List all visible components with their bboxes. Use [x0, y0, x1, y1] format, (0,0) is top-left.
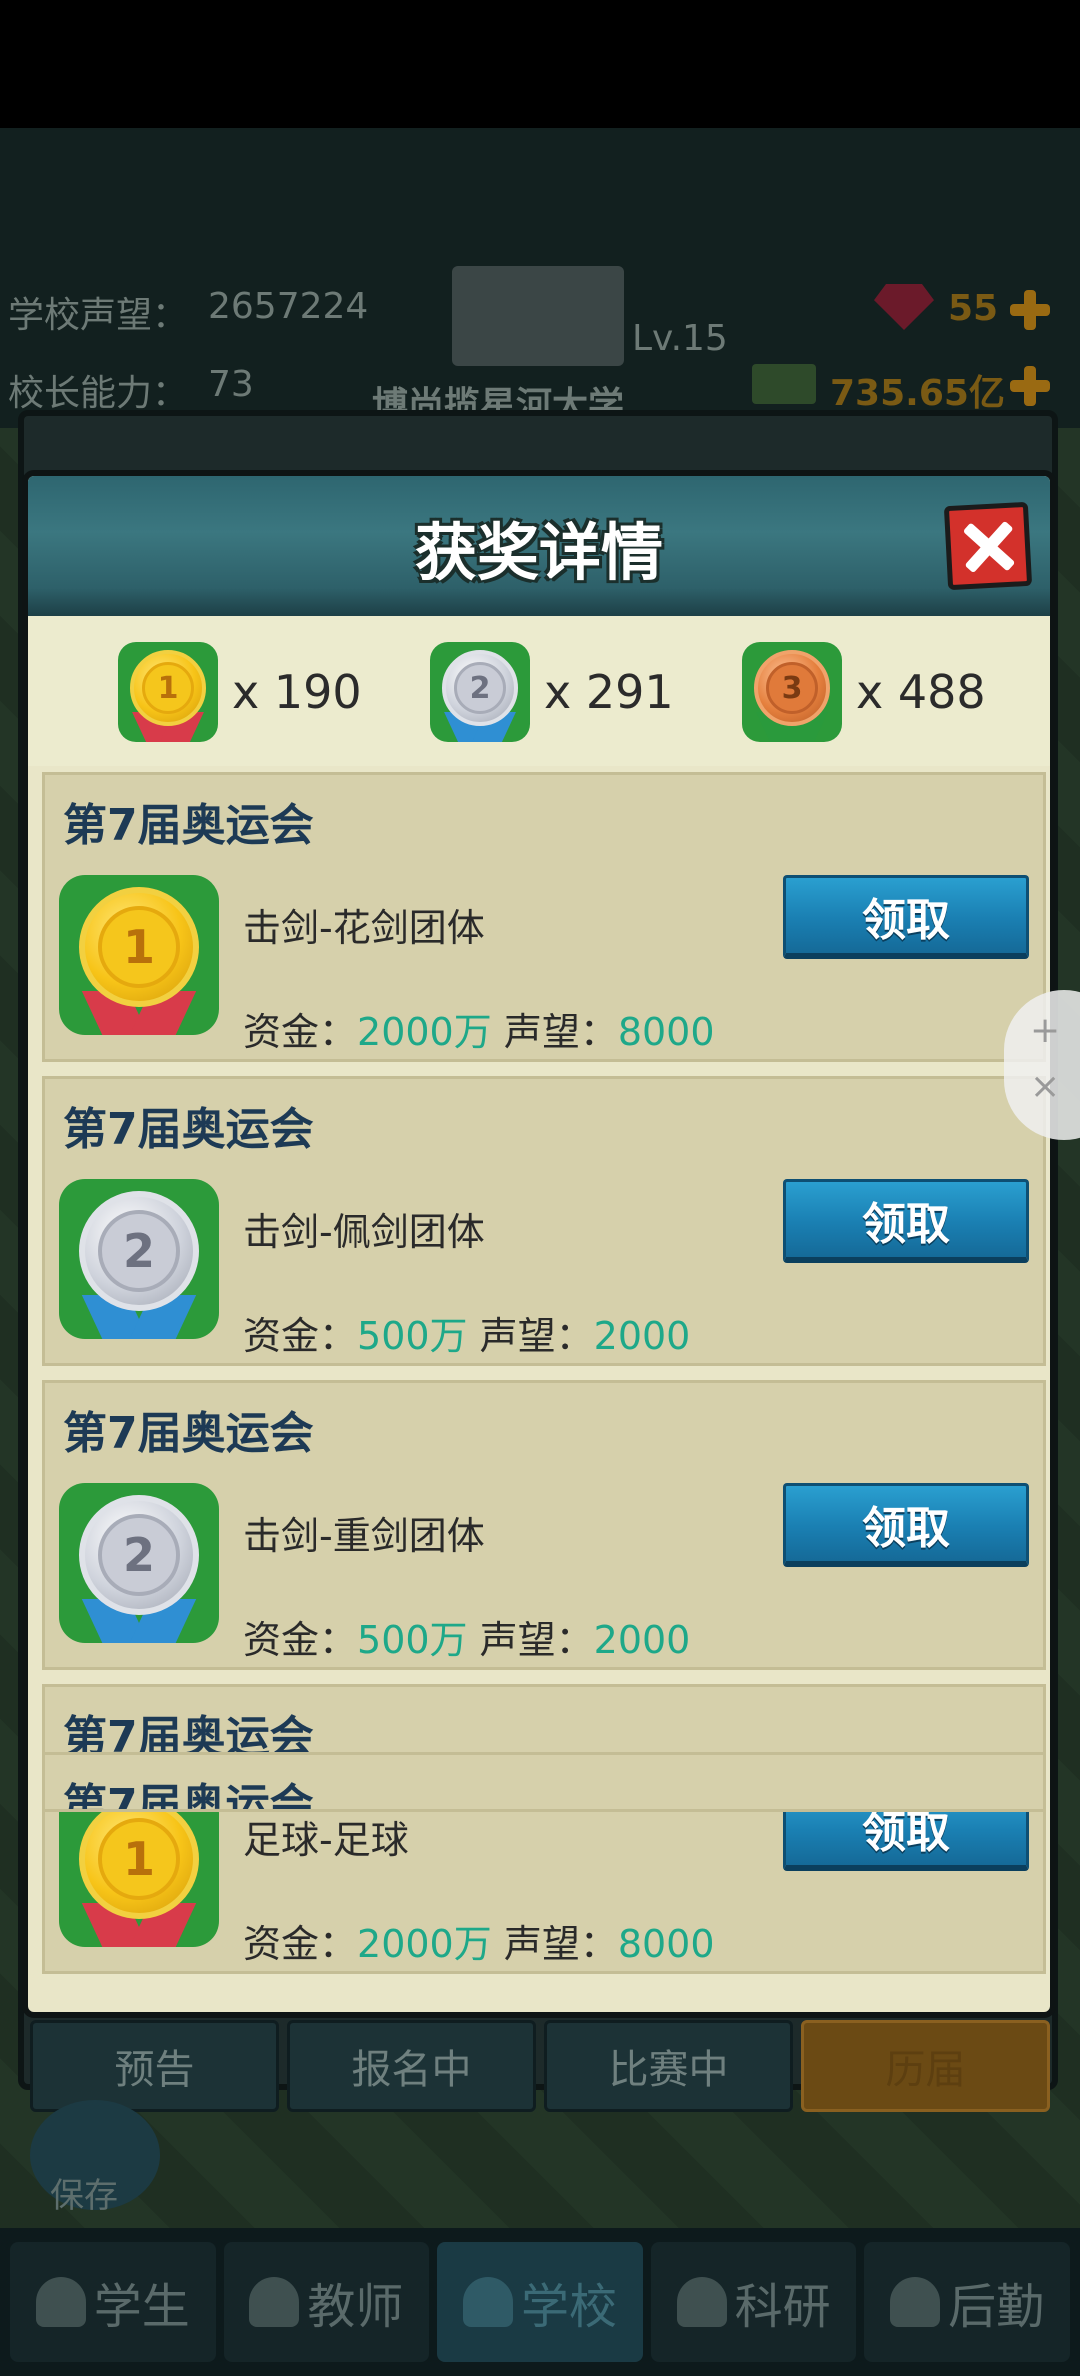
add-money-icon[interactable] — [1008, 364, 1052, 408]
silver-count: x 291 — [544, 665, 674, 719]
gold-summary: 1 x 190 — [118, 640, 362, 744]
fund-value: 500万 — [357, 1314, 468, 1358]
tab-registering[interactable]: 报名中 — [287, 2020, 536, 2112]
reputation-label: 学校声望： — [8, 295, 189, 336]
award-card: 第7届奥运会 1 击剑-花剑团体 资金：2000万 声望：8000 领取 — [42, 772, 1046, 1062]
silver-medal-icon: 2 — [59, 1179, 219, 1339]
money-amount: 735.65亿 — [830, 373, 1005, 414]
add-gems-icon[interactable] — [1008, 288, 1052, 332]
nav-label: 后勤 — [948, 2279, 1045, 2335]
medal-summary: 1 x 190 2 x 291 3 x 488 — [28, 616, 1050, 766]
reputation-value: 2000 — [593, 1618, 691, 1662]
save-label: 保存 — [50, 2176, 118, 2216]
school-building-icon — [452, 266, 624, 366]
event-name: 击剑-佩剑团体 — [243, 1210, 485, 1254]
reward-line: 资金：2000万 声望：8000 — [243, 1922, 715, 1966]
nav-logistics[interactable]: 后勤 — [864, 2242, 1070, 2362]
tab-in-progress[interactable]: 比赛中 — [544, 2020, 793, 2112]
nav-school[interactable]: 学校 — [437, 2242, 643, 2362]
award-card: 第7届奥运会 1 足球-足球 资金：2000万 声望：8000 领取 — [42, 1684, 1046, 1974]
award-details-dialog: 获奖详情 1 x 190 2 x 291 3 x 488 第7届奥运会 1 击剑… — [22, 470, 1056, 2018]
silver-medal-icon: 2 — [59, 1483, 219, 1643]
ability-value: 73 — [208, 364, 254, 405]
games-title: 第7届奥运会 — [63, 1780, 314, 1812]
competition-tabs: 预告 报名中 比赛中 历届 — [30, 2020, 1050, 2112]
games-title: 第7届奥运会 — [63, 1408, 314, 1459]
bottom-nav: 学生 教师 学校 科研 后勤 — [0, 2228, 1080, 2376]
nav-label: 教师 — [307, 2279, 404, 2335]
gold-count: x 190 — [232, 665, 362, 719]
flask-icon — [676, 2277, 727, 2327]
reputation-value: 8000 — [617, 1010, 715, 1054]
school-icon — [462, 2277, 513, 2327]
fund-value: 500万 — [357, 1618, 468, 1662]
tab-history[interactable]: 历届 — [801, 2020, 1050, 2112]
dialog-title: 获奖详情 — [414, 516, 663, 589]
nav-research[interactable]: 科研 — [650, 2242, 857, 2362]
nav-students[interactable]: 学生 — [10, 2242, 216, 2362]
student-icon — [35, 2277, 86, 2327]
event-name: 击剑-重剑团体 — [243, 1514, 485, 1558]
bronze-count: x 488 — [856, 665, 986, 719]
level-label: Lv.15 — [632, 318, 728, 359]
money-icon — [752, 364, 816, 404]
reward-line: 资金：500万 声望：2000 — [243, 1314, 691, 1358]
gem-count: 55 — [948, 288, 999, 329]
gold-medal-icon: 1 — [118, 642, 218, 742]
nav-label: 科研 — [734, 2279, 831, 2335]
reputation-value: 8000 — [617, 1922, 715, 1966]
reward-line: 资金：2000万 声望：8000 — [243, 1010, 715, 1054]
top-hud: 学校声望： 2657224 校长能力： 73 Lv.15 博尚揽星河大学 55 … — [0, 128, 1080, 428]
event-name: 足球-足球 — [243, 1818, 409, 1862]
nav-teachers[interactable]: 教师 — [223, 2242, 430, 2362]
close-button[interactable] — [943, 501, 1033, 591]
bronze-medal-icon: 3 — [742, 642, 842, 742]
reputation-value: 2000 — [593, 1314, 691, 1358]
gold-medal-icon: 1 — [59, 875, 219, 1035]
claim-button[interactable]: 领取 — [783, 1179, 1029, 1263]
zoom-in-icon[interactable]: + — [1030, 1010, 1060, 1051]
reward-line: 资金：500万 声望：2000 — [243, 1618, 691, 1662]
nav-label: 学校 — [520, 2279, 617, 2335]
zoom-out-icon[interactable]: × — [1030, 1066, 1060, 1107]
ability-label: 校长能力： — [8, 373, 189, 414]
claim-button[interactable]: 领取 — [783, 1483, 1029, 1567]
award-card: 第7届奥运会 2 击剑-佩剑团体 资金：500万 声望：2000 领取 — [42, 1076, 1046, 1366]
silver-summary: 2 x 291 — [430, 640, 674, 744]
nav-label: 学生 — [93, 2279, 190, 2335]
games-title: 第7届奥运会 — [63, 800, 314, 851]
games-title: 第7届奥运会 — [63, 1104, 314, 1155]
bronze-summary: 3 x 488 — [742, 640, 986, 744]
tab-preview[interactable]: 预告 — [30, 2020, 279, 2112]
silver-medal-icon: 2 — [430, 642, 530, 742]
dialog-header: 获奖详情 — [28, 476, 1050, 616]
reputation-value: 2657224 — [208, 286, 369, 327]
status-bar — [0, 0, 1080, 128]
teacher-icon — [249, 2277, 300, 2327]
award-card: 第7届奥运会 2 击剑-重剑团体 资金：500万 声望：2000 领取 — [42, 1380, 1046, 1670]
fund-value: 2000万 — [357, 1010, 492, 1054]
award-card-partial: 第7届奥运会 — [42, 1752, 1046, 1812]
gem-icon — [874, 284, 934, 330]
event-name: 击剑-花剑团体 — [243, 906, 485, 950]
claim-button[interactable]: 领取 — [783, 875, 1029, 959]
fund-value: 2000万 — [357, 1922, 492, 1966]
clipboard-icon — [890, 2277, 941, 2327]
